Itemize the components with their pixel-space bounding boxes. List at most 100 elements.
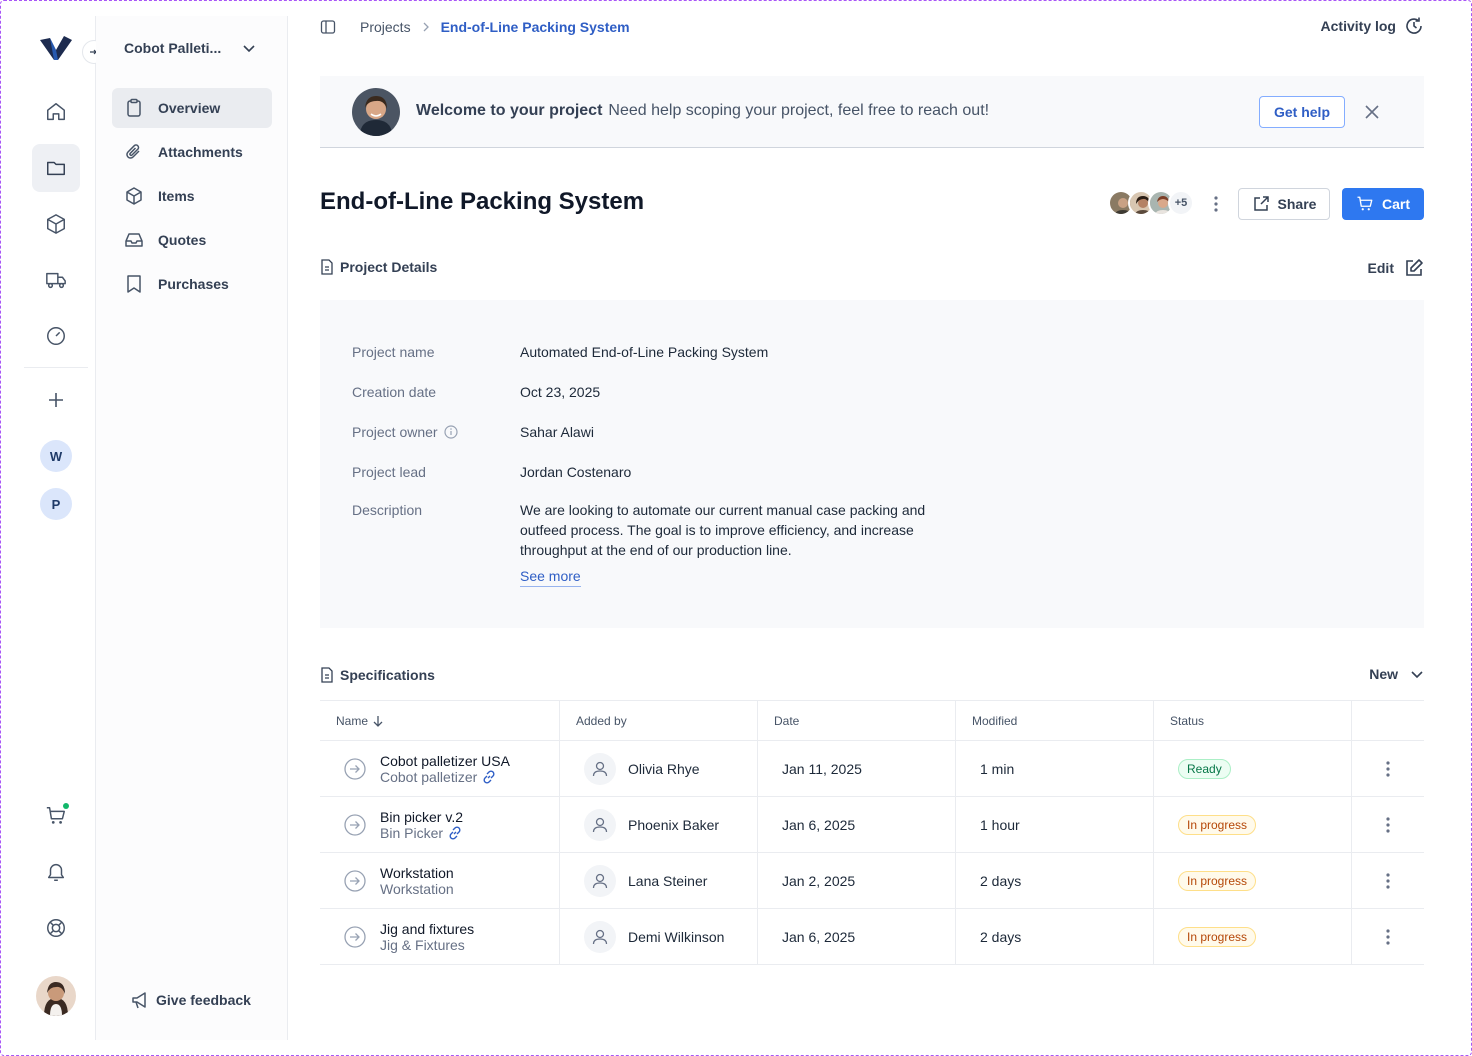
sidebar-toggle-icon[interactable] (320, 19, 336, 35)
spec-name[interactable]: Bin picker v.2 (380, 809, 463, 825)
added-by-cell: Olivia Rhye (560, 741, 758, 796)
home-icon (47, 103, 65, 121)
edit-icon (1406, 259, 1423, 276)
more-options-icon[interactable] (1380, 759, 1396, 779)
status-badge: In progress (1178, 814, 1257, 835)
cart-label: Cart (1381, 196, 1410, 212)
user-placeholder-avatar (584, 752, 616, 785)
column-header-modified[interactable]: Modified (956, 701, 1154, 740)
status-badge: In progress (1178, 870, 1257, 891)
see-more-link[interactable]: See more (520, 566, 581, 587)
project-details-title: Project Details (340, 259, 438, 275)
detail-label: Project name (352, 344, 435, 360)
spec-name-cell: Workstation Workstation (320, 853, 560, 908)
sidebar-item-quotes[interactable]: Quotes (112, 220, 272, 260)
share-button[interactable]: Share (1238, 188, 1330, 220)
brand-logo[interactable] (38, 34, 74, 62)
status-badge: In progress (1178, 926, 1257, 947)
project-selector[interactable]: Cobot Palleti... (124, 38, 256, 58)
column-header-name[interactable]: Name (320, 701, 560, 740)
activity-log-button[interactable]: Activity log (1321, 16, 1424, 36)
table-row[interactable]: Jig and fixtures Jig & Fixtures Demi Wil… (320, 909, 1424, 965)
project-sidebar: Cobot Palleti... Overview Attachments It… (96, 16, 288, 1040)
rail-divider (24, 367, 88, 368)
edit-button[interactable]: Edit (1368, 258, 1424, 278)
sidebar-item-label: Attachments (158, 144, 243, 160)
collaborator-avatars[interactable]: +5 (1108, 190, 1194, 218)
spec-name-block: Workstation Workstation (380, 865, 454, 897)
modified-cell: 1 min (956, 741, 1154, 796)
sort-arrow-down-icon (373, 715, 383, 727)
spec-type-label: Cobot palletizer (380, 768, 478, 785)
arrow-right-circle-icon[interactable] (344, 813, 366, 836)
column-header-added-by[interactable]: Added by (560, 701, 758, 740)
arrow-right-circle-icon[interactable] (344, 757, 366, 780)
spec-name[interactable]: Cobot palletizer USA (380, 753, 510, 769)
added-by-cell: Lana Steiner (560, 853, 758, 908)
detail-label: Description (352, 502, 423, 518)
folder-icon (47, 161, 65, 176)
rail-catalog[interactable] (32, 200, 80, 248)
row-actions-cell (1352, 797, 1424, 852)
more-options-icon[interactable] (1208, 194, 1224, 214)
rail-home[interactable] (32, 88, 80, 136)
table-row[interactable]: Workstation Workstation Lana Steiner Jan… (320, 853, 1424, 909)
project-details-card: Project name Automated End-of-Line Packi… (320, 300, 1424, 628)
row-actions-cell (1352, 853, 1424, 908)
arrow-right-circle-icon[interactable] (344, 869, 366, 892)
more-options-icon[interactable] (1380, 815, 1396, 835)
sidebar-item-items[interactable]: Items (112, 176, 272, 216)
info-icon[interactable] (443, 425, 458, 439)
rail-projects[interactable] (32, 144, 80, 192)
cart-button[interactable]: Cart (1342, 188, 1424, 220)
modified-cell: 2 days (956, 853, 1154, 908)
date-cell: Jan 6, 2025 (758, 909, 956, 964)
new-spec-button[interactable]: New (1369, 666, 1424, 682)
avatar-photo (352, 88, 400, 136)
rail-cart[interactable] (32, 792, 80, 840)
chevron-right-icon (423, 22, 429, 32)
detail-row-date: Creation date Oct 23, 2025 (352, 382, 600, 402)
spec-name-cell: Bin picker v.2 Bin Picker (320, 797, 560, 852)
sidebar-item-attachments[interactable]: Attachments (112, 132, 272, 172)
rail-shipping[interactable] (32, 256, 80, 304)
arrow-right-circle-icon[interactable] (344, 925, 366, 948)
get-help-button[interactable]: Get help (1259, 96, 1345, 128)
detail-label: Project lead (352, 464, 426, 480)
more-options-icon[interactable] (1380, 871, 1396, 891)
avatar-photo (36, 976, 76, 1016)
sidebar-item-label: Quotes (158, 232, 207, 248)
rail-dashboard[interactable] (32, 312, 80, 360)
spec-name[interactable]: Workstation (380, 865, 454, 881)
sidebar-item-purchases[interactable]: Purchases (112, 264, 272, 304)
breadcrumb-current[interactable]: End-of-Line Packing System (441, 19, 630, 35)
more-options-icon[interactable] (1380, 927, 1396, 947)
user-icon (592, 873, 608, 888)
detail-description: We are looking to automate our current m… (520, 500, 960, 587)
link-icon[interactable] (481, 769, 497, 785)
rail-add-workspace[interactable] (32, 376, 80, 424)
user-avatar[interactable] (36, 976, 76, 1016)
status-cell: In progress (1154, 909, 1352, 964)
column-header-label: Name (336, 713, 369, 728)
close-icon[interactable] (1364, 104, 1380, 120)
rail-notifications[interactable] (32, 848, 80, 896)
sidebar-item-overview[interactable]: Overview (112, 88, 272, 128)
breadcrumb-projects[interactable]: Projects (360, 19, 411, 35)
document-icon (321, 667, 333, 683)
workspace-p[interactable]: P (40, 488, 72, 520)
activity-log-label: Activity log (1320, 18, 1396, 34)
link-icon[interactable] (447, 825, 463, 841)
spec-name[interactable]: Jig and fixtures (380, 921, 474, 937)
table-row[interactable]: Cobot palletizer USA Cobot palletizer Ol… (320, 741, 1424, 797)
share-icon (1253, 196, 1269, 211)
rail-support[interactable] (32, 904, 80, 952)
chevron-down-icon (243, 45, 255, 53)
workspace-w[interactable]: W (40, 440, 72, 472)
give-feedback-button[interactable]: Give feedback (130, 990, 251, 1010)
user-placeholder-avatar (584, 864, 616, 897)
added-by-name: Olivia Rhye (628, 760, 700, 777)
column-header-date[interactable]: Date (758, 701, 956, 740)
column-header-status[interactable]: Status (1154, 701, 1352, 740)
table-row[interactable]: Bin picker v.2 Bin Picker Phoenix Baker … (320, 797, 1424, 853)
